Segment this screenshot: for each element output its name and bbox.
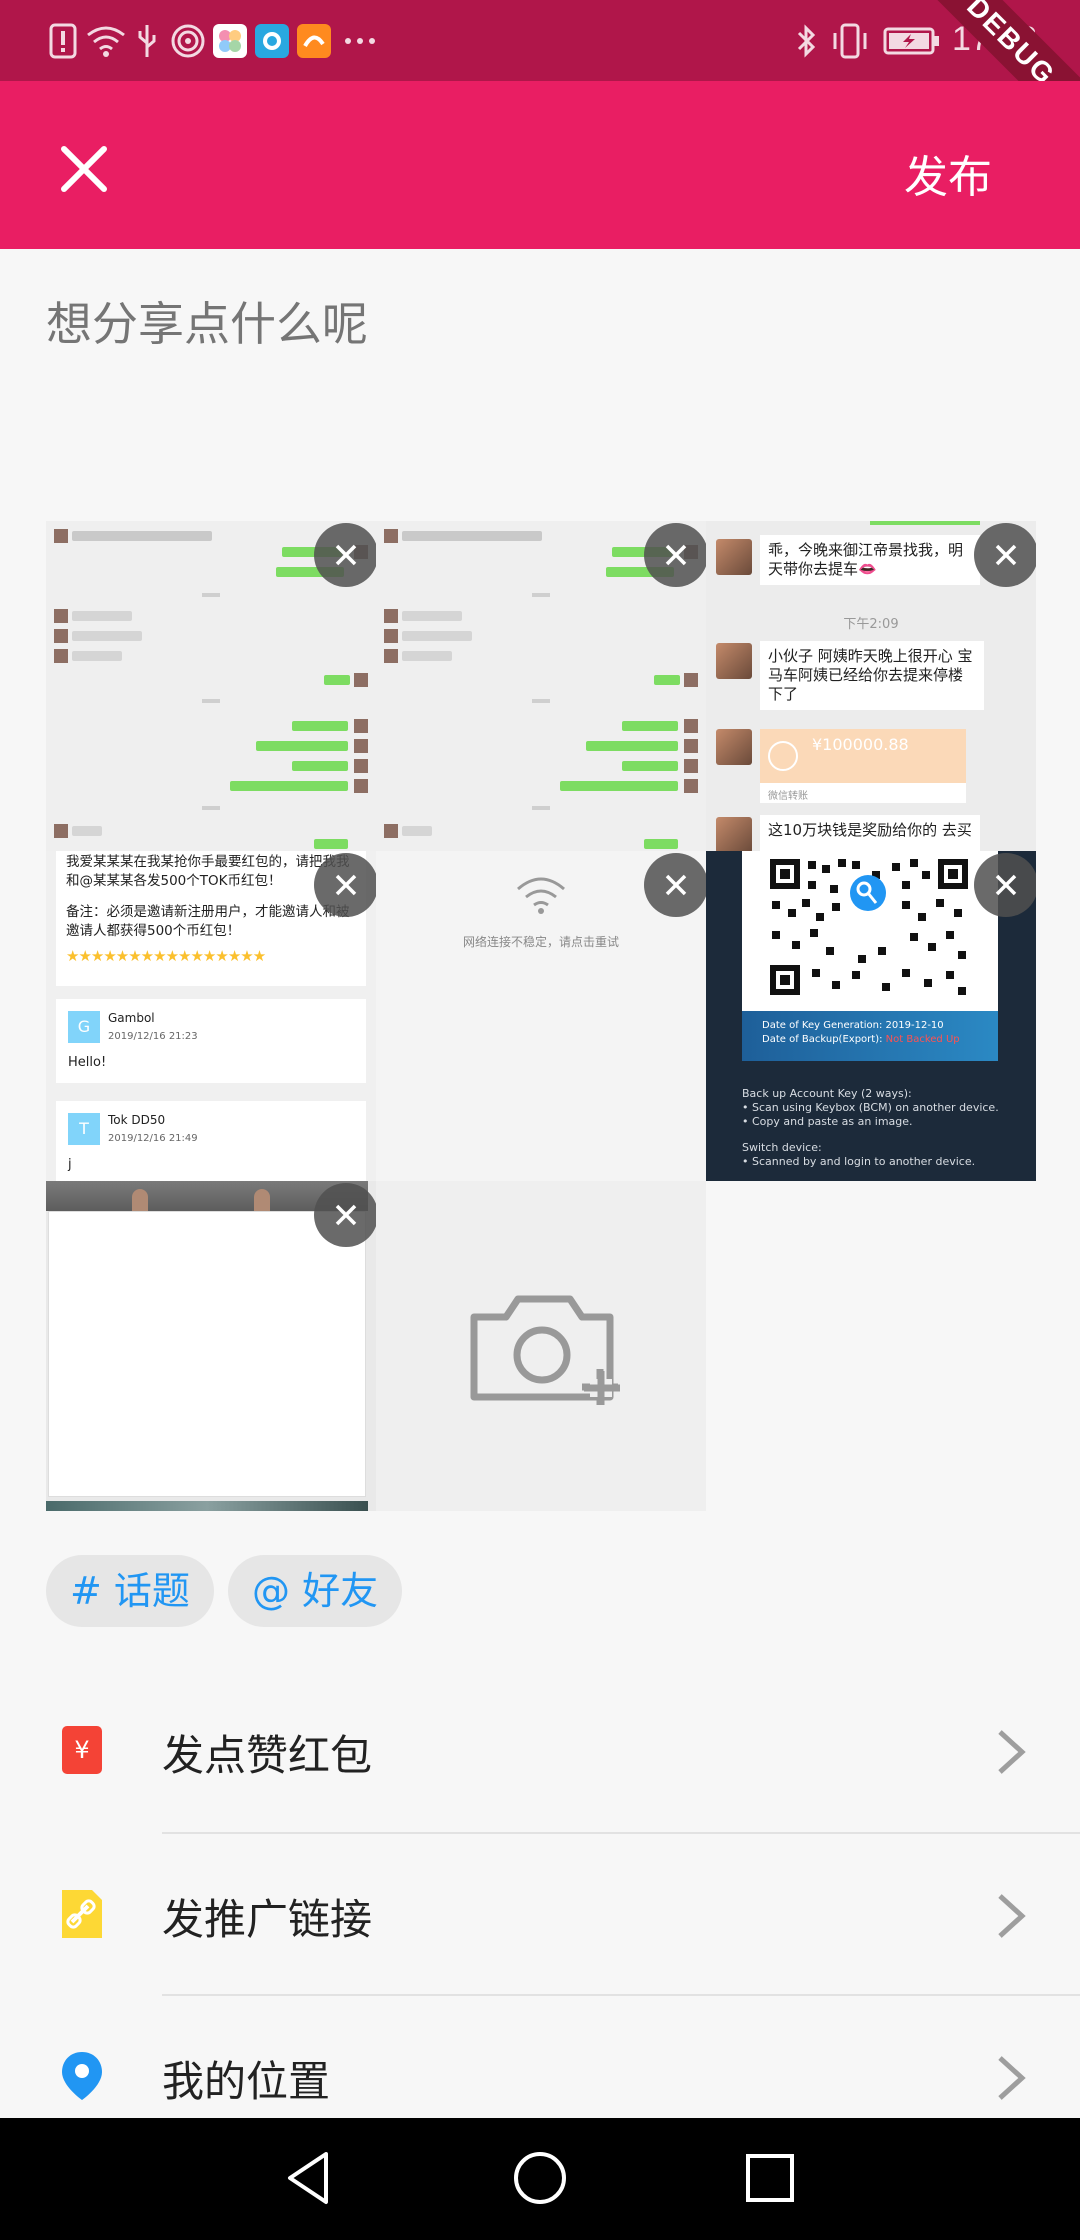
chat-time: 下午2:09: [843, 617, 899, 632]
app-uc-icon: [296, 22, 332, 60]
app-bar: 发布: [0, 81, 1080, 249]
instruction-title: Back up Account Key (2 ways):: [742, 1087, 912, 1100]
remove-image-button[interactable]: [314, 853, 376, 917]
close-icon: [665, 874, 687, 896]
status-bar: 17:28 DEBUG: [0, 0, 1080, 139]
list-item-label: 发点赞红包: [162, 1731, 373, 1780]
home-icon[interactable]: [510, 2148, 570, 2208]
chat-message: 这10万块钱是奖励给你的 去买: [760, 815, 980, 851]
transfer-card: ¥100000.88: [760, 729, 966, 783]
wifi-icon: [84, 22, 128, 60]
list-item-promo-link[interactable]: 发推广链接: [0, 1834, 1080, 1996]
list-item-label: 发推广链接: [162, 1895, 373, 1944]
close-icon: [61, 146, 107, 192]
instruction-title: Switch device:: [742, 1141, 822, 1154]
remove-image-button[interactable]: [314, 1183, 376, 1247]
close-icon: [335, 544, 357, 566]
battery-icon: [882, 22, 942, 60]
comment-text: Hello!: [68, 1055, 107, 1070]
remove-image-button[interactable]: [644, 523, 706, 587]
comment-time: 2019/12/16 21:23: [108, 1031, 198, 1042]
backup-instructions: Back up Account Key (2 ways): • Scan usi…: [742, 1087, 1032, 1169]
alert-icon: [46, 22, 80, 60]
close-icon: [335, 874, 357, 896]
app-qq-icon: [254, 22, 290, 60]
chevron-right-icon: [998, 2056, 1026, 2100]
post-text-input[interactable]: [46, 297, 1036, 351]
avatar: G: [68, 1011, 100, 1043]
red-envelope-icon: ¥: [62, 1726, 102, 1774]
comment-text: j: [68, 1157, 72, 1172]
hotspot-icon: [170, 22, 206, 60]
chat-message: 乖，今晚来御江帝景找我，明天带你去提车👄: [760, 535, 980, 585]
more-icon: [342, 22, 378, 60]
close-icon: [665, 544, 687, 566]
key-generation-date: Date of Key Generation: 2019-12-10: [762, 1020, 944, 1031]
transfer-label: 微信转账: [760, 783, 966, 803]
chevron-right-icon: [998, 1894, 1026, 1938]
mention-friend-button[interactable]: @ 好友: [228, 1555, 403, 1627]
image-thumbnail[interactable]: [376, 521, 706, 851]
usb-icon: [134, 22, 160, 60]
star-row: ★★★★★★★★★★★★★★★★: [66, 947, 266, 965]
publish-button[interactable]: 发布: [904, 141, 992, 205]
close-icon: [335, 1204, 357, 1226]
link-document-icon: [62, 1890, 102, 1938]
close-icon: [995, 544, 1017, 566]
instruction-item: • Scan using Keybox (BCM) on another dev…: [742, 1101, 999, 1114]
camera-add-icon: [470, 1295, 620, 1405]
remove-image-button[interactable]: [314, 523, 376, 587]
post-text: 我爱某某某在我某抢你手最要红包的，请把我我和@某某某各发500个TOK币红包！: [66, 854, 350, 889]
back-icon[interactable]: [280, 2148, 340, 2208]
comment-time: 2019/12/16 21:49: [108, 1133, 198, 1144]
svg-text:¥: ¥: [74, 1736, 89, 1764]
recents-icon[interactable]: [740, 2148, 800, 2208]
transfer-amount: ¥100000.88: [812, 735, 909, 754]
location-pin-icon: [62, 2052, 102, 2100]
wifi-icon: [517, 877, 565, 914]
key-info-banner: Date of Key Generation: 2019-12-10 Date …: [742, 1011, 998, 1061]
image-thumbnail[interactable]: 我爱某某某在我某抢你手最要红包的，请把我我和@某某某各发500个TOK币红包！ …: [46, 851, 376, 1181]
qr-code: [742, 851, 998, 1011]
list-item-label: 我的位置: [162, 2057, 331, 2106]
topic-tag-button[interactable]: # 话题: [46, 1555, 214, 1627]
chevron-right-icon: [998, 1730, 1026, 1774]
compose-area: [0, 249, 1080, 521]
chat-message: 小伙子 阿姨昨天晚上很开心 宝马车阿姨已经给你去提来停楼下了: [760, 641, 984, 710]
bluetooth-icon: [792, 22, 820, 60]
vibrate-icon: [828, 22, 872, 60]
remove-image-button[interactable]: [974, 523, 1036, 587]
image-thumbnail[interactable]: [46, 521, 376, 851]
list-item-location[interactable]: 我的位置: [0, 1996, 1080, 2118]
instruction-item: • Scanned by and login to another device…: [742, 1155, 976, 1168]
backup-status: Not Backed Up: [885, 1034, 960, 1045]
image-thumbnail[interactable]: 乖，今晚来御江帝景找我，明天带你去提车👄 下午2:09 小伙子 阿姨昨天晚上很开…: [706, 521, 1036, 851]
image-thumbnail[interactable]: Date of Key Generation: 2019-12-10 Date …: [706, 851, 1036, 1181]
close-icon: [995, 874, 1017, 896]
close-button[interactable]: [50, 135, 118, 203]
comment-author: Tok DD50: [108, 1113, 166, 1127]
system-nav-bar: [0, 2118, 1080, 2240]
remove-image-button[interactable]: [644, 853, 706, 917]
comment-card: G Gambol 2019/12/16 21:23 Hello!: [56, 999, 366, 1083]
app-photos-icon: [212, 22, 248, 60]
list-item-red-envelope[interactable]: ¥ 发点赞红包: [0, 1670, 1080, 1832]
backup-date-label: Date of Backup(Export):: [762, 1034, 886, 1045]
avatar: T: [68, 1113, 100, 1145]
image-thumbnail[interactable]: 网络连接不稳定，请点击重试: [376, 851, 706, 1181]
add-photo-button[interactable]: [376, 1181, 706, 1511]
image-thumbnail[interactable]: [46, 1181, 376, 1511]
remove-image-button[interactable]: [974, 853, 1036, 917]
comment-author: Gambol: [108, 1011, 155, 1025]
post-note: 备注：必须是邀请新注册用户，才能邀请人和被邀请人都获得500个币红包！: [66, 904, 350, 939]
comment-card: T Tok DD50 2019/12/16 21:49 j: [56, 1101, 366, 1181]
instruction-item: • Copy and paste as an image.: [742, 1115, 913, 1128]
image-grid: 乖，今晚来御江帝景找我，明天带你去提车👄 下午2:09 小伙子 阿姨昨天晚上很开…: [46, 521, 1036, 1511]
network-error-text: 网络连接不稳定，请点击重试: [462, 935, 619, 949]
